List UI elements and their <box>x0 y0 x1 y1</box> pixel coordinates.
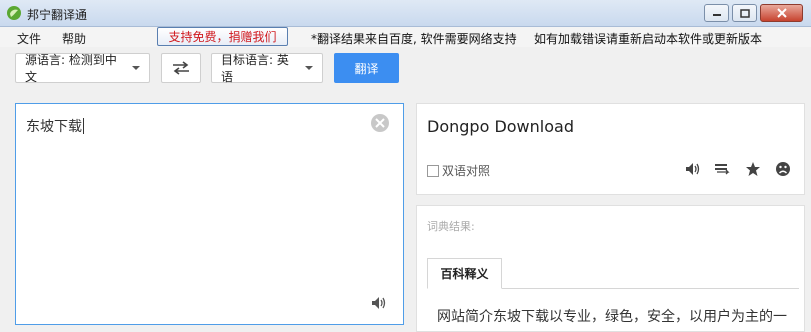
translate-button[interactable]: 翻译 <box>334 53 399 83</box>
dictionary-label: 词典结果: <box>427 220 475 233</box>
translation-text: Dongpo Download <box>427 117 574 136</box>
speaker-icon[interactable] <box>371 296 387 310</box>
menu-file[interactable]: 文件 <box>17 30 41 47</box>
window-title: 邦宁翻译通 <box>27 8 88 22</box>
maximize-icon <box>739 8 750 18</box>
menu-bar: 文件 帮助 支持免费，捐赠我们 *翻译结果来自百度, 软件需要网络支持 如有加载… <box>0 27 811 47</box>
text-cursor <box>83 118 84 134</box>
source-language-select[interactable]: 源语言: 检测到中文 <box>15 53 150 84</box>
swap-icon <box>173 61 189 75</box>
chevron-down-icon <box>132 66 140 70</box>
target-language-select[interactable]: 目标语言: 英语 <box>211 53 323 84</box>
source-text-area[interactable]: 东坡下载 <box>15 103 404 325</box>
title-bar[interactable]: 邦宁翻译通 <box>0 0 811 27</box>
toolbar: 源语言: 检测到中文 目标语言: 英语 翻译 <box>0 47 811 97</box>
swap-languages-button[interactable] <box>161 53 201 83</box>
clear-button[interactable] <box>371 114 389 132</box>
minimize-icon <box>712 14 721 16</box>
notice-source: *翻译结果来自百度, 软件需要网络支持 <box>311 32 517 46</box>
dictionary-panel: 词典结果: 百科释义 网站简介东坡下载以专业，绿色，安全，以用户为主的一 <box>416 205 805 332</box>
dictionary-content: 网站简介东坡下载以专业，绿色，安全，以用户为主的一 <box>437 309 787 325</box>
bilingual-label: 双语对照 <box>442 164 491 178</box>
source-text[interactable]: 东坡下载 <box>26 116 84 136</box>
dictionary-tabs: 百科释义 <box>427 258 799 289</box>
feedback-sad-face-icon[interactable] <box>774 160 792 178</box>
copy-icon[interactable] <box>714 160 732 178</box>
bilingual-toggle[interactable]: 双语对照 <box>427 162 490 179</box>
target-language-label: 目标语言: 英语 <box>221 53 289 84</box>
maximize-button[interactable] <box>732 4 757 22</box>
close-icon <box>776 8 787 18</box>
speaker-icon[interactable] <box>684 160 702 178</box>
translation-result-area: Dongpo Download 双语对照 <box>416 103 805 195</box>
close-icon <box>375 118 385 128</box>
close-button[interactable] <box>760 4 803 22</box>
minimize-button[interactable] <box>704 4 729 22</box>
notice-reload: 如有加载错误请重新启动本软件或更新版本 <box>534 32 763 46</box>
app-logo-icon <box>7 6 21 20</box>
source-language-label: 源语言: 检测到中文 <box>25 53 117 84</box>
source-text-value: 东坡下载 <box>26 119 82 135</box>
bilingual-checkbox[interactable] <box>427 164 439 177</box>
tab-encyclopedia[interactable]: 百科释义 <box>427 258 502 289</box>
star-icon[interactable] <box>744 160 762 178</box>
donate-button[interactable]: 支持免费，捐赠我们 <box>157 27 288 46</box>
chevron-down-icon <box>305 66 313 70</box>
menu-help[interactable]: 帮助 <box>62 30 86 47</box>
